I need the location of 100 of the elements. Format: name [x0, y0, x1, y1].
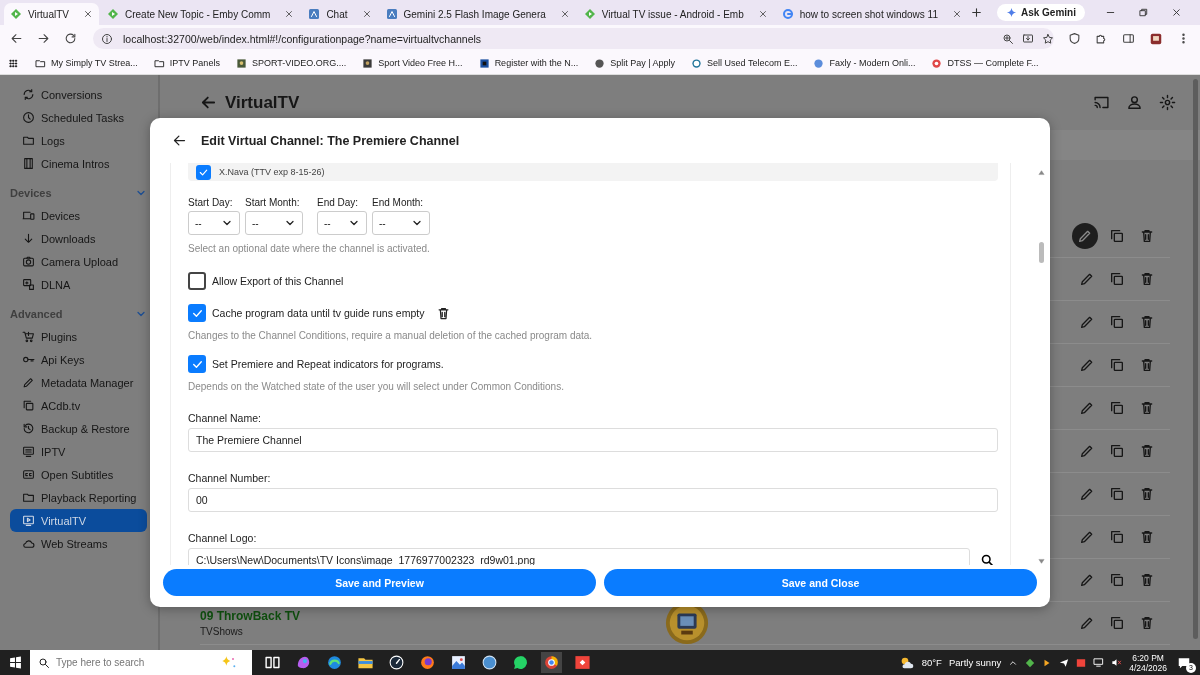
settings-icon[interactable]: [1159, 94, 1176, 111]
side-panel-icon[interactable]: [1122, 32, 1135, 45]
date-select[interactable]: --: [188, 211, 240, 235]
user-icon[interactable]: [1126, 94, 1143, 111]
date-select[interactable]: --: [372, 211, 430, 235]
sidebar-item[interactable]: Scheduled Tasks: [10, 106, 147, 129]
back-icon[interactable]: [172, 133, 187, 148]
bookmark[interactable]: Sport Video Free H...: [362, 57, 463, 69]
bookmark[interactable]: DTSS — Complete F...: [931, 57, 1039, 69]
plus-icon[interactable]: [969, 6, 983, 19]
sidebar-item[interactable]: IPTV: [10, 440, 147, 463]
back-icon[interactable]: [10, 32, 23, 45]
sidebar-item[interactable]: Plugins: [10, 325, 147, 348]
network-icon[interactable]: [1093, 657, 1105, 668]
address-field[interactable]: localhost:32700/web/index.html#!/configurationpage?name=virtualtvchannels: [93, 28, 1054, 49]
star-icon[interactable]: [1042, 32, 1054, 45]
bookmark[interactable]: Sell Used Telecom E...: [691, 57, 798, 69]
bookmark[interactable]: IPTV Panels: [153, 57, 220, 69]
date-select[interactable]: --: [245, 211, 303, 235]
edit-button[interactable]: [1072, 223, 1098, 249]
browser-tab[interactable]: Chat: [302, 3, 378, 25]
sidebar-item[interactable]: Open Subtitles: [10, 463, 147, 486]
text-field[interactable]: The Premiere Channel: [188, 428, 998, 452]
fox-icon[interactable]: [419, 654, 436, 671]
shield-icon[interactable]: [1068, 32, 1081, 45]
speaker-icon[interactable]: [1111, 657, 1123, 668]
close-icon[interactable]: [361, 9, 372, 19]
circle-icon[interactable]: [481, 654, 498, 671]
save-button[interactable]: Save and Close: [604, 569, 1037, 596]
scrollbar-thumb[interactable]: [1038, 242, 1044, 263]
reload-icon[interactable]: [64, 32, 77, 45]
scrollbar[interactable]: [1193, 79, 1198, 639]
date-select[interactable]: --: [317, 211, 367, 235]
cast-icon[interactable]: [1093, 94, 1110, 111]
restore-icon[interactable]: [1138, 7, 1149, 18]
send-icon[interactable]: [1059, 657, 1070, 668]
start-icon[interactable]: [8, 656, 22, 669]
sidebar-item[interactable]: Metadata Manager: [10, 371, 147, 394]
tile-icon[interactable]: [1076, 657, 1087, 668]
up-arrow-icon[interactable]: [1037, 169, 1045, 176]
gauge-icon[interactable]: [388, 654, 405, 671]
sidebar-item[interactable]: Backup & Restore: [10, 417, 147, 440]
forward-icon[interactable]: [37, 32, 50, 45]
checkbox[interactable]: [188, 272, 206, 290]
install-icon[interactable]: [1022, 32, 1034, 45]
wave-icon[interactable]: [326, 654, 343, 671]
sidebar-item[interactable]: Downloads: [10, 227, 147, 250]
notification-icon[interactable]: [1177, 655, 1191, 670]
text-field[interactable]: 00: [188, 488, 998, 512]
info-icon[interactable]: [101, 32, 113, 45]
down-arrow-icon[interactable]: [1037, 558, 1045, 565]
sidebar-item[interactable]: VirtualTV: [10, 509, 147, 532]
tile-icon[interactable]: [574, 654, 591, 671]
sidebar-item[interactable]: Api Keys: [10, 348, 147, 371]
bookmark[interactable]: My Simply TV Strea...: [35, 57, 138, 69]
image-icon[interactable]: [450, 654, 467, 671]
bookmark[interactable]: SPORT-VIDEO.ORG....: [235, 57, 347, 69]
hint-text: Select an optional date where the channel is activated.: [188, 243, 431, 254]
sidebar-item[interactable]: Devices: [10, 204, 147, 227]
bookmark[interactable]: Faxly - Modern Onli...: [813, 57, 916, 69]
chat-bubble-icon[interactable]: [512, 654, 529, 671]
sidebar-item[interactable]: DLNA: [10, 273, 147, 296]
checkbox[interactable]: [196, 164, 211, 180]
item-label: X.Nava (TTV exp 8-15-26): [219, 167, 325, 177]
ask-button[interactable]: Ask Gemini: [996, 4, 1085, 21]
diamond-icon[interactable]: [1025, 657, 1036, 668]
browser-tab[interactable]: Virtual TV issue - Android - Emb: [577, 3, 774, 25]
save-button[interactable]: Save and Preview: [163, 569, 596, 596]
browser-tab[interactable]: Create New Topic - Emby Comm: [100, 3, 301, 25]
checkbox[interactable]: [188, 355, 206, 373]
browser-tab[interactable]: VirtualTV: [4, 3, 99, 25]
sidebar-item[interactable]: Web Streams: [10, 532, 147, 555]
task-view-icon[interactable]: [264, 654, 281, 671]
sidebar-item[interactable]: Logs: [10, 129, 147, 152]
browser-tab[interactable]: how to screen shot windows 11: [775, 3, 968, 25]
close-icon[interactable]: [82, 9, 93, 19]
list-item[interactable]: X.Nava (TTV exp 8-15-26): [188, 163, 998, 181]
close-icon[interactable]: [951, 9, 962, 19]
apps-icon[interactable]: [8, 57, 19, 69]
ring-icon[interactable]: [543, 654, 560, 671]
search-field[interactable]: Type here to search: [30, 650, 252, 675]
sidebar-item[interactable]: ACdb.tv: [10, 394, 147, 417]
bookmark[interactable]: Split Pay | Apply: [594, 57, 676, 69]
sidebar-item[interactable]: Conversions: [10, 83, 147, 106]
zoom-icon[interactable]: [1002, 32, 1014, 45]
bookmark[interactable]: Register with the N...: [478, 57, 579, 69]
browser-tab[interactable]: Gemini 2.5 Flash Image Genera: [379, 3, 576, 25]
search-icon[interactable]: [980, 552, 995, 565]
sidebar-item[interactable]: Playback Reporting: [10, 486, 147, 509]
swirl-icon[interactable]: [295, 654, 312, 671]
pencil-icon: [1079, 271, 1095, 287]
avatar-icon[interactable]: [1149, 31, 1163, 46]
sidebar-item[interactable]: Cinema Intros: [10, 152, 147, 175]
puzzle-icon[interactable]: [1095, 32, 1108, 45]
close-icon[interactable]: [559, 9, 570, 19]
close-icon[interactable]: [284, 9, 295, 19]
close-icon[interactable]: [1171, 7, 1182, 18]
sidebar-item[interactable]: Camera Upload: [10, 250, 147, 273]
close-icon[interactable]: [757, 9, 768, 19]
checkbox[interactable]: [188, 304, 206, 322]
